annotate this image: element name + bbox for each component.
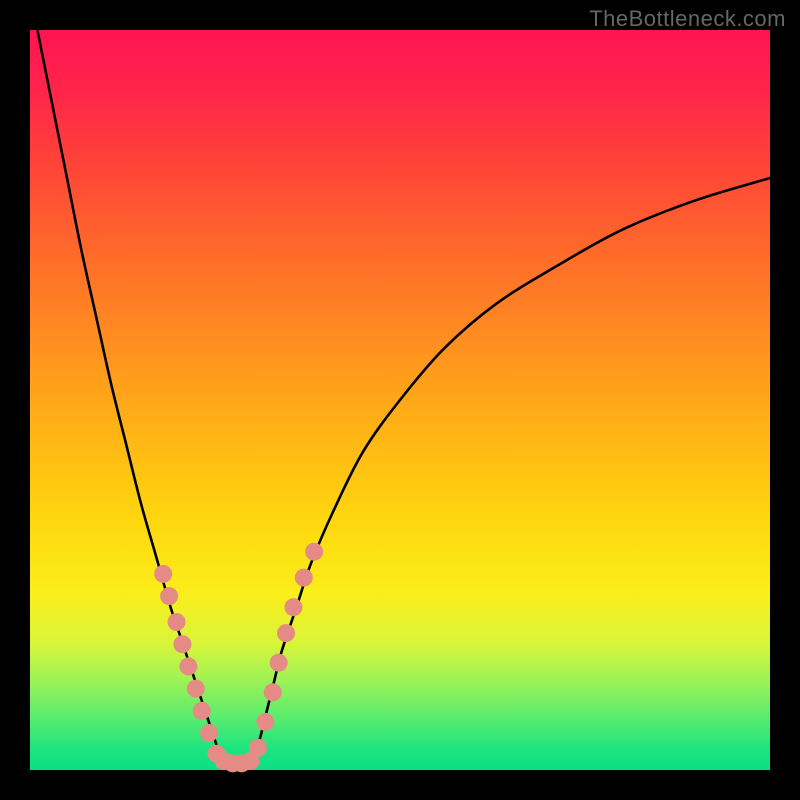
data-dots <box>154 543 323 773</box>
data-dot <box>173 635 191 653</box>
curve-lines <box>37 30 770 767</box>
chart-plot-area <box>30 30 770 770</box>
data-dot <box>179 657 197 675</box>
data-dot <box>249 739 267 757</box>
data-dot <box>270 654 288 672</box>
data-dot <box>305 543 323 561</box>
data-dot <box>295 569 313 587</box>
data-dot <box>193 702 211 720</box>
data-dot <box>154 565 172 583</box>
data-dot <box>284 598 302 616</box>
data-dot <box>264 683 282 701</box>
data-dot <box>200 724 218 742</box>
watermark-text: TheBottleneck.com <box>589 6 786 32</box>
data-dot <box>187 680 205 698</box>
data-dot <box>168 613 186 631</box>
chart-frame: TheBottleneck.com <box>0 0 800 800</box>
data-dot <box>160 587 178 605</box>
data-dot <box>256 713 274 731</box>
data-dot <box>277 624 295 642</box>
chart-svg <box>30 30 770 770</box>
bottleneck-curve <box>37 30 770 767</box>
